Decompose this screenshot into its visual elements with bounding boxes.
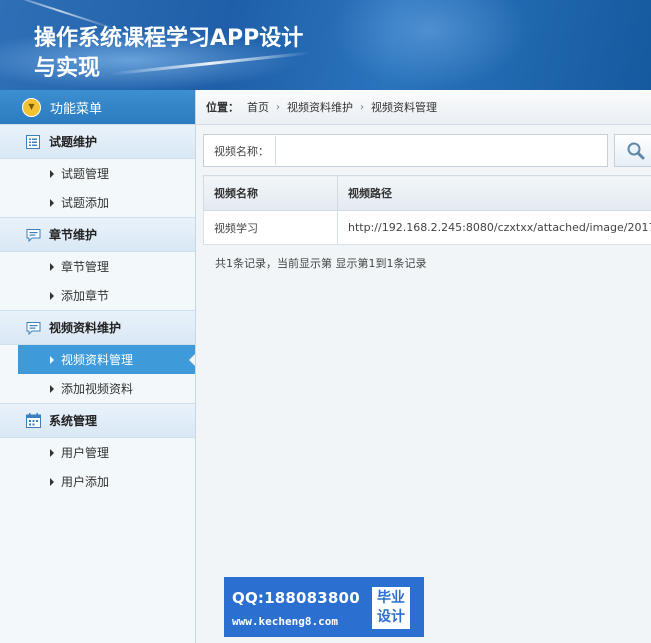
pagination-info: 共1条记录，当前显示第 显示第1到1条记录 [215,257,427,270]
sidebar-group-videos[interactable]: 视频资料维护 [0,310,195,345]
sidebar-group-system[interactable]: 系统管理 [0,403,195,438]
breadcrumb-item-current: 视频资料管理 [371,101,437,114]
search-label: 视频名称： [214,144,269,158]
sidebar-item-question-add[interactable]: 试题添加 [0,188,195,217]
breadcrumb-item-video-maintenance[interactable]: 视频资料维护 [287,99,353,115]
app-header: 操作系统课程学习APP设计与实现 [0,0,651,90]
column-header-video-path[interactable]: 视频路径 [337,175,651,211]
sidebar-group-label: 试题维护 [49,135,98,149]
breadcrumb-separator: › [276,101,280,113]
video-table: 视频名称 视频路径 视频学习 http://192.168.2.245:8080… [203,175,651,245]
sidebar-group-label: 章节维护 [49,228,98,242]
caret-right-icon [50,291,54,300]
watermark-url: www.kecheng8.com [232,615,338,628]
sidebar-item-user-add[interactable]: 用户添加 [0,467,195,496]
active-pointer [189,354,195,366]
caret-right-icon [50,262,54,271]
main-content: 位置： 首页 › 视频资料维护 › 视频资料管理 视频名称： 视频名称 视频路径… [196,90,651,643]
sidebar-group-questions[interactable]: 试题维护 [0,124,195,159]
caret-right-icon [50,448,54,457]
caret-right-icon [50,477,54,486]
table-row[interactable]: 视频学习 http://192.168.2.245:8080/czxtxx/at… [203,210,651,245]
sidebar-group-label: 系统管理 [49,414,98,428]
menu-title: 功能菜单 [50,101,103,117]
chat-icon [25,320,41,336]
cell-video-name: 视频学习 [203,210,338,245]
video-name-input[interactable] [275,136,607,165]
breadcrumb-label: 位置： [206,101,239,114]
caret-right-icon [50,355,54,364]
watermark-banner: QQ:188083800 www.kecheng8.com 毕业 设计 [224,577,424,637]
caret-right-icon [50,169,54,178]
search-bar: 视频名称： [203,134,608,167]
sidebar: ▼ 功能菜单 试题维护 试题管理 试题添加 章节维护 章节管理 添加章节 视频资… [0,90,196,643]
chevron-down-icon: ▼ [22,97,41,117]
table-header-row: 视频名称 视频路径 [203,175,651,211]
sidebar-group-chapters[interactable]: 章节维护 [0,217,195,252]
breadcrumb-separator: › [360,101,364,113]
breadcrumb: 位置： 首页 › 视频资料维护 › 视频资料管理 [196,90,651,125]
sidebar-item-video-manage[interactable]: 视频资料管理 [18,345,195,374]
sidebar-item-question-manage[interactable]: 试题管理 [0,159,195,188]
chat-icon [25,227,41,243]
watermark-qq: QQ:188083800 [232,589,360,607]
menu-header[interactable]: ▼ 功能菜单 [0,90,195,124]
caret-right-icon [50,198,54,207]
sidebar-item-chapter-manage[interactable]: 章节管理 [0,252,195,281]
calendar-icon [25,413,41,429]
column-header-video-name[interactable]: 视频名称 [203,175,338,211]
cell-video-path: http://192.168.2.245:8080/czxtxx/attache… [337,210,651,245]
sidebar-item-user-manage[interactable]: 用户管理 [0,438,195,467]
caret-right-icon [50,384,54,393]
app-title: 操作系统课程学习APP设计与实现 [34,26,304,81]
list-icon [25,134,41,150]
sidebar-item-video-add[interactable]: 添加视频资料 [0,374,195,403]
header-glow [330,0,530,90]
breadcrumb-item-home[interactable]: 首页 [247,99,269,115]
search-icon [627,142,645,159]
search-button[interactable] [614,134,651,167]
sidebar-item-chapter-add[interactable]: 添加章节 [0,281,195,310]
sidebar-group-label: 视频资料维护 [49,321,122,335]
watermark-badge: 毕业 设计 [372,587,410,629]
